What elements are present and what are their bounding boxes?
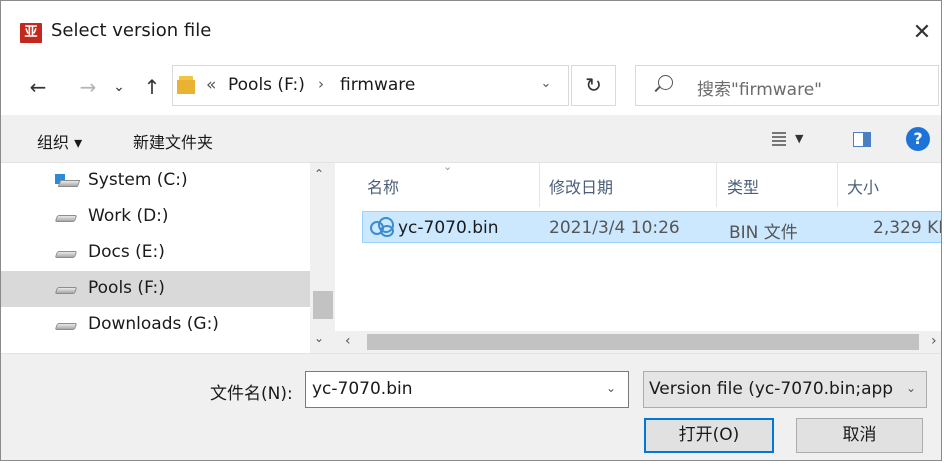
- breadcrumb-pools[interactable]: Pools (F:): [228, 75, 305, 95]
- filetype-dropdown-chevron-icon[interactable]: ⌄: [906, 381, 916, 395]
- column-header-type[interactable]: 类型: [727, 174, 759, 198]
- filetype-select[interactable]: Version file (yc-7070.bin;app ⌄: [643, 371, 927, 408]
- filename-label: 文件名(N):: [210, 384, 293, 404]
- file-modified: 2021/3/4 10:26: [549, 218, 680, 238]
- forward-arrow-icon[interactable]: →: [75, 73, 101, 101]
- scroll-down-chevron-icon[interactable]: ⌄: [314, 331, 324, 345]
- file-type: BIN 文件: [729, 223, 798, 243]
- scroll-up-chevron-icon[interactable]: ⌃: [314, 167, 324, 181]
- tree-item-label: System (C:): [88, 170, 188, 190]
- close-icon[interactable]: ✕: [907, 19, 937, 47]
- search-box[interactable]: 搜索"firmware": [635, 65, 939, 106]
- file-row[interactable]: yc-7070.bin 2021/3/4 10:26 BIN 文件 2,329 …: [362, 211, 941, 243]
- tree-vertical-scrollbar[interactable]: ⌃ ⌄: [310, 163, 335, 353]
- tree-item-work-d[interactable]: Work (D:): [1, 199, 310, 235]
- help-icon[interactable]: ?: [906, 127, 930, 151]
- drive-icon: [54, 323, 78, 330]
- folder-icon: [177, 76, 195, 94]
- app-icon: 亚: [20, 23, 42, 43]
- command-toolbar: 组织 ▾ 新建文件夹 ▼ ?: [1, 115, 941, 163]
- navigation-bar: ← → ⌄ ↑ « Pools (F:) › firmware ⌄ ↻ 搜索"f…: [1, 57, 941, 115]
- drive-icon: [54, 251, 78, 258]
- navigation-tree: System (C:) Work (D:) Docs (E:) Pools (F…: [1, 163, 335, 353]
- select-version-file-dialog: 亚 Select version file ✕ ← → ⌄ ↑ « Pools …: [0, 0, 942, 461]
- tree-item-label: Work (D:): [88, 206, 169, 226]
- scrollbar-thumb[interactable]: [367, 334, 919, 350]
- search-icon: [658, 75, 673, 90]
- refresh-icon[interactable]: ↻: [571, 65, 616, 106]
- window-title: Select version file: [51, 20, 212, 41]
- up-arrow-icon[interactable]: ↑: [141, 73, 163, 101]
- column-divider[interactable]: [539, 163, 540, 207]
- tree-item-label: Pools (F:): [88, 278, 165, 298]
- tree-item-system-c[interactable]: System (C:): [1, 163, 310, 199]
- drive-icon: [54, 287, 78, 294]
- sort-indicator-icon: ⌄: [443, 163, 453, 173]
- file-size: 2,329 KB: [873, 218, 941, 238]
- column-divider[interactable]: [837, 163, 838, 207]
- breadcrumb-overflow-icon[interactable]: «: [206, 75, 216, 95]
- file-name: yc-7070.bin: [398, 218, 499, 238]
- column-header-modified[interactable]: 修改日期: [549, 174, 613, 198]
- address-bar[interactable]: « Pools (F:) › firmware ⌄: [172, 65, 569, 106]
- column-header-name[interactable]: 名称: [367, 174, 399, 198]
- scroll-right-chevron-icon[interactable]: ›: [931, 333, 937, 349]
- tree-item-docs-e[interactable]: Docs (E:): [1, 235, 310, 271]
- filename-dropdown-chevron-icon[interactable]: ⌄: [606, 381, 616, 395]
- dialog-footer: 文件名(N): yc-7070.bin ⌄ Version file (yc-7…: [1, 353, 941, 460]
- drive-icon: [54, 215, 78, 222]
- breadcrumb-firmware[interactable]: firmware: [340, 75, 415, 95]
- bin-file-icon: [370, 216, 394, 237]
- view-dropdown-icon[interactable]: ▼: [795, 132, 803, 145]
- new-folder-button[interactable]: 新建文件夹: [133, 129, 213, 153]
- open-button[interactable]: 打开(O): [644, 418, 774, 453]
- file-list: ⌄ 名称 修改日期 类型 大小 yc-7070.bin 2021/3/4 10:…: [335, 163, 941, 353]
- column-divider[interactable]: [716, 163, 717, 207]
- tree-item-label: Downloads (G:): [88, 314, 219, 334]
- system-drive-icon: [55, 174, 81, 188]
- preview-pane-icon[interactable]: [853, 132, 871, 147]
- tree-item-pools-f[interactable]: Pools (F:): [1, 271, 310, 307]
- organize-menu-button[interactable]: 组织 ▾: [37, 129, 82, 153]
- address-dropdown-chevron-icon[interactable]: ⌄: [534, 76, 558, 96]
- column-header-size[interactable]: 大小: [847, 174, 879, 198]
- filename-input[interactable]: yc-7070.bin ⌄: [305, 371, 629, 408]
- scrollbar-thumb[interactable]: [313, 291, 333, 319]
- list-horizontal-scrollbar[interactable]: ‹ ›: [335, 331, 941, 353]
- breadcrumb-separator-icon[interactable]: ›: [318, 75, 324, 93]
- view-options-icon[interactable]: [772, 132, 786, 146]
- filename-value: yc-7070.bin: [312, 379, 413, 399]
- back-arrow-icon[interactable]: ←: [25, 73, 51, 101]
- recent-locations-chevron-icon[interactable]: ⌄: [109, 73, 129, 101]
- title-bar: 亚 Select version file ✕: [1, 1, 941, 57]
- search-placeholder: 搜索"firmware": [697, 80, 822, 100]
- filetype-value: Version file (yc-7070.bin;app: [649, 379, 894, 399]
- cancel-button[interactable]: 取消: [796, 418, 923, 453]
- tree-item-downloads-g[interactable]: Downloads (G:): [1, 307, 310, 343]
- tree-item-label: Docs (E:): [88, 242, 165, 262]
- scroll-left-chevron-icon[interactable]: ‹: [345, 333, 351, 349]
